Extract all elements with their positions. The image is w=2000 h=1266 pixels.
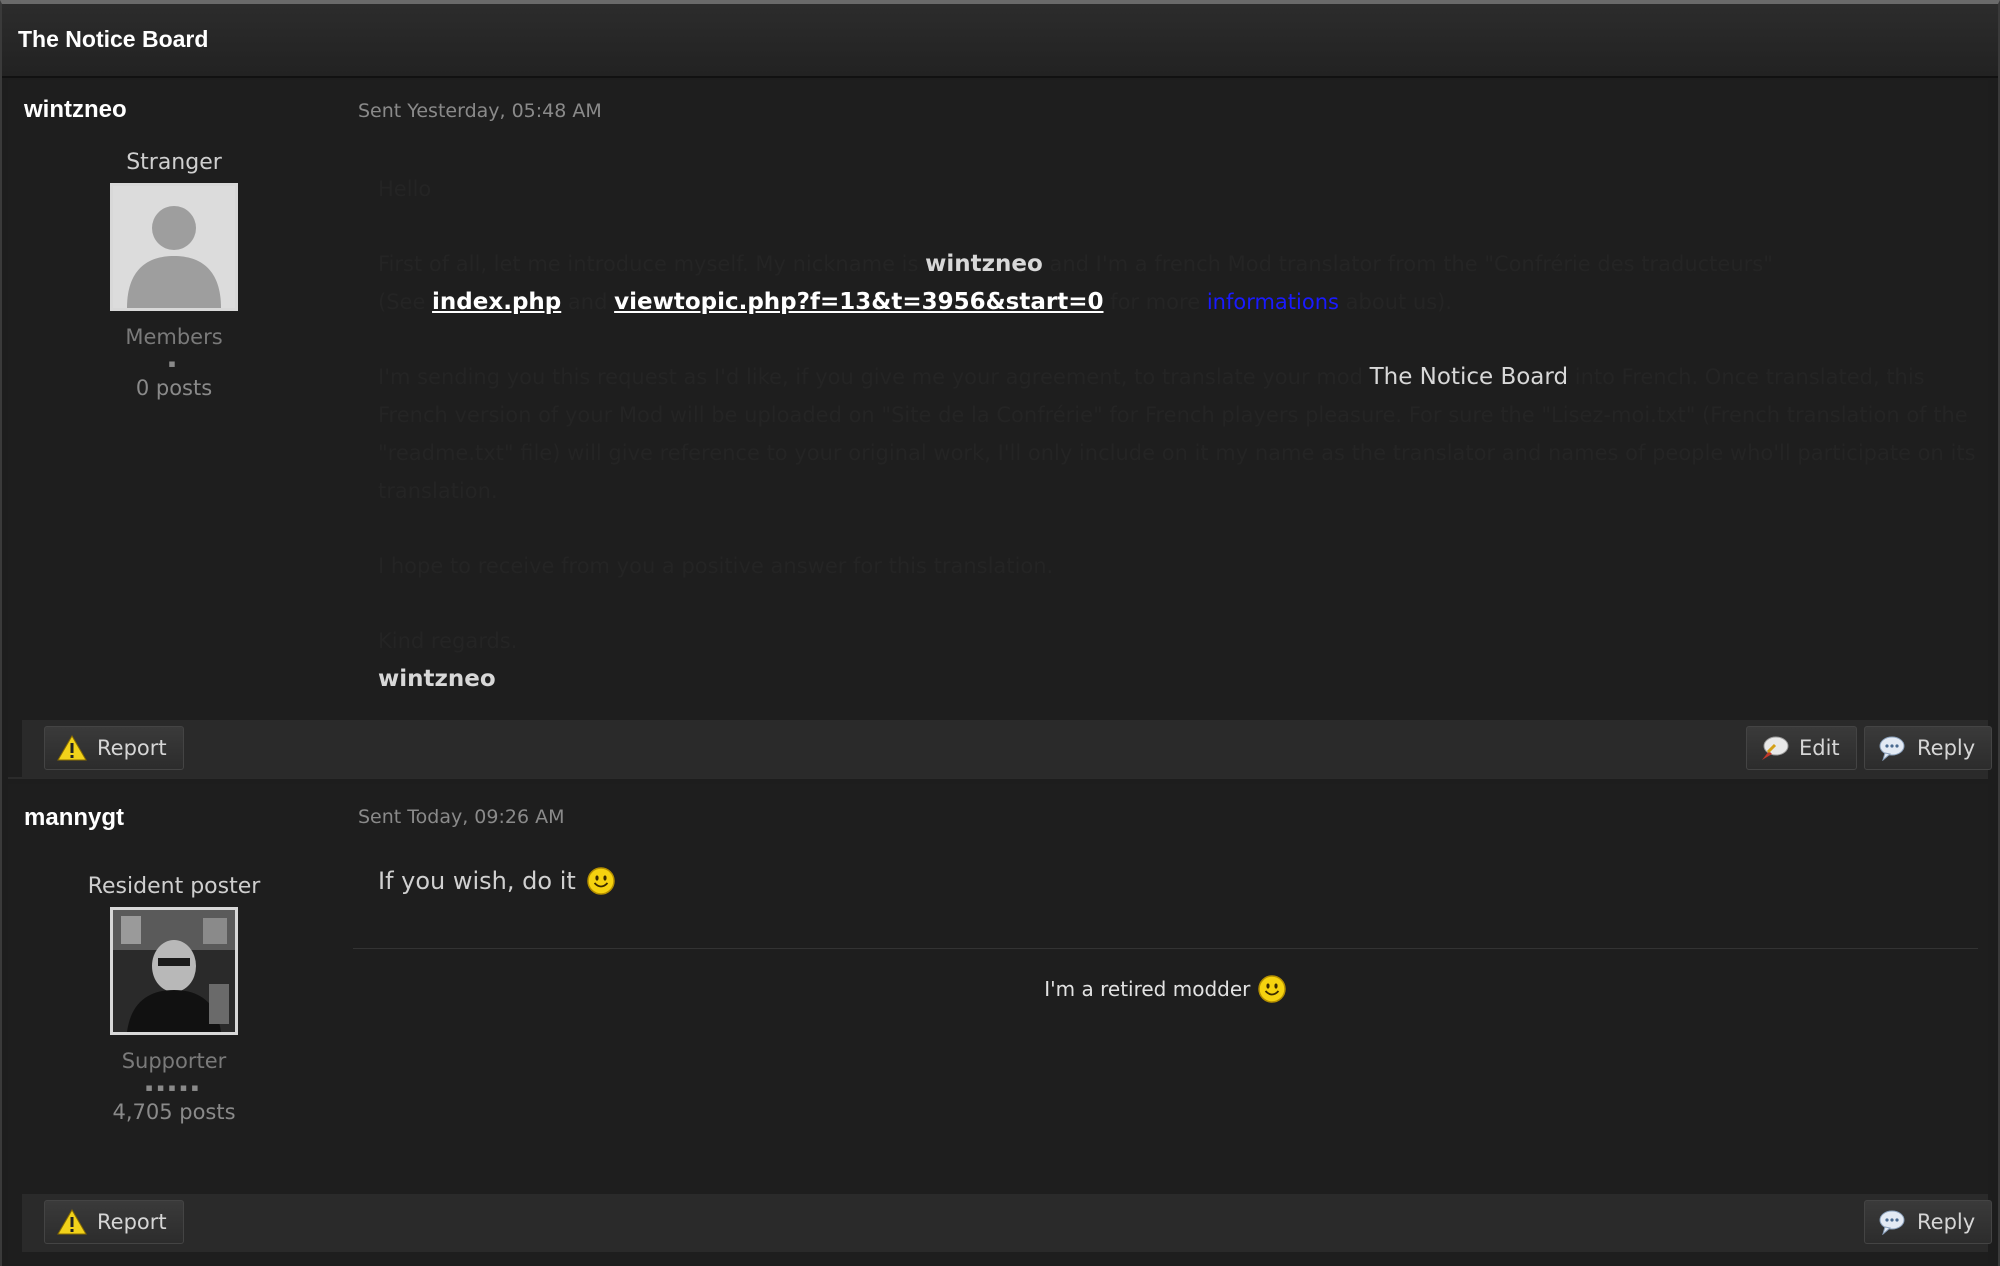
- post: wintzneo Stranger Members ▪ 0 posts Sent…: [8, 80, 1993, 779]
- body-text: First of all, let me introduce myself. M…: [378, 252, 926, 276]
- avatar[interactable]: [110, 907, 238, 1035]
- avatar[interactable]: [110, 183, 238, 311]
- post-action-bar: Report Reply: [22, 1194, 1993, 1252]
- post-body: Hello First of all, let me introduce mys…: [378, 170, 1978, 698]
- board-titlebar: The Notice Board: [2, 4, 1998, 78]
- informations-link[interactable]: informations: [1207, 290, 1339, 314]
- reply-button[interactable]: Reply: [1864, 726, 1993, 770]
- user-rank-title: Resident poster: [87, 874, 261, 899]
- edit-label: Edit: [1799, 736, 1840, 760]
- post-action-bar: Report Edit Reply: [22, 720, 1993, 778]
- warning-icon: [57, 1209, 87, 1235]
- body-mod-name: The Notice Board: [1369, 364, 1569, 390]
- report-button[interactable]: Report: [44, 726, 184, 770]
- reply-bubble-icon: [1879, 1210, 1905, 1235]
- edit-button[interactable]: Edit: [1746, 726, 1857, 770]
- user-info-panel: Resident poster Supporter ▪▪▪▪▪ 4,705 po…: [24, 874, 324, 1124]
- post-username[interactable]: mannygt: [24, 804, 124, 832]
- smiley-icon: [587, 867, 615, 895]
- signature-text: I'm a retired modder: [1044, 977, 1251, 1001]
- body-text: (See: [378, 290, 433, 314]
- edit-bubble-icon: [1762, 736, 1789, 760]
- user-signature: I'm a retired modder: [353, 974, 1978, 1004]
- post-count: 0 posts: [135, 376, 213, 400]
- reply-button[interactable]: Reply: [1864, 1200, 1993, 1244]
- smiley-icon: [1257, 975, 1286, 1003]
- user-rank-title: Stranger: [126, 150, 222, 175]
- post-username[interactable]: wintzneo: [24, 96, 127, 124]
- body-text: and: [561, 290, 615, 314]
- user-group: Supporter: [121, 1049, 227, 1073]
- user-group: Members: [125, 325, 223, 349]
- rank-pips: ▪: [168, 357, 180, 370]
- default-avatar-icon: [113, 186, 235, 308]
- reply-bubble-icon: [1879, 736, 1905, 761]
- body-paragraph: First of all, let me introduce myself. M…: [378, 245, 1978, 321]
- report-label: Report: [97, 736, 167, 760]
- index-link[interactable]: index.php: [432, 289, 561, 315]
- body-signoff: wintzneo: [378, 666, 496, 692]
- body-text: I'm sending you this request as I'd like…: [378, 365, 1370, 389]
- body-text: about us).: [1338, 290, 1453, 314]
- reply-label: Reply: [1917, 1210, 1976, 1234]
- reply-label: Reply: [1917, 736, 1976, 760]
- user-info-panel: Stranger Members ▪ 0 posts: [24, 150, 324, 400]
- body-paragraph: I'm sending you this request as I'd like…: [378, 358, 1978, 510]
- body-greeting: Hello: [378, 177, 432, 201]
- post: mannygt Resident poster Supporter ▪▪▪▪▪ …: [8, 784, 1993, 1264]
- board-title: The Notice Board: [18, 26, 209, 52]
- body-text: for more: [1103, 290, 1207, 314]
- rank-pips: ▪▪▪▪▪: [145, 1081, 203, 1094]
- signature-divider: [353, 948, 1978, 949]
- viewtopic-link[interactable]: viewtopic.php?f=13&t=3956&start=0: [614, 289, 1103, 315]
- body-text: and I'm a french Mod translator from the…: [1042, 252, 1773, 276]
- warning-icon: [57, 735, 87, 761]
- sent-timestamp: Sent Today, 09:26 AM: [358, 806, 565, 828]
- post-count: 4,705 posts: [112, 1100, 236, 1124]
- report-button[interactable]: Report: [44, 1200, 184, 1244]
- body-text: If you wish, do it: [378, 867, 576, 895]
- body-closing: Kind regards. wintzneo: [378, 622, 1978, 698]
- body-closing-text: Kind regards.: [378, 629, 518, 653]
- post-body: If you wish, do it: [378, 866, 616, 896]
- body-nickname: wintzneo: [925, 251, 1043, 277]
- user-photo-avatar: [113, 910, 235, 1032]
- sent-timestamp: Sent Yesterday, 05:48 AM: [358, 100, 602, 122]
- message-window: The Notice Board wintzneo Stranger Membe…: [0, 0, 2000, 1266]
- body-paragraph: I hope to receive from you a positive an…: [378, 554, 1054, 578]
- report-label: Report: [97, 1210, 167, 1234]
